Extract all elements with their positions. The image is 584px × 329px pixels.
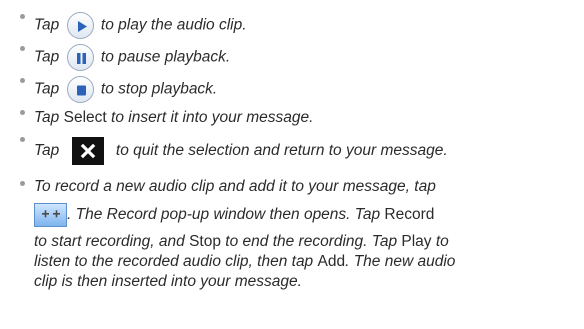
record-icon <box>34 203 67 227</box>
pause-description: to pause playback. <box>100 48 231 66</box>
record-line-1: To record a new audio clip and add it to… <box>34 178 436 195</box>
stop-description: to stop playback. <box>100 80 218 98</box>
bullet <box>20 14 25 19</box>
tap-label: Tap <box>34 16 60 34</box>
close-icon <box>71 137 104 165</box>
play-description: to play the audio clip. <box>100 16 247 34</box>
stop-keyword: Stop <box>189 233 221 250</box>
bullet <box>20 78 25 83</box>
bullet <box>20 46 25 51</box>
bullet <box>20 181 25 186</box>
stop-icon <box>66 76 94 103</box>
tap-label: Tap <box>34 48 60 66</box>
select-keyword: Select <box>63 109 107 126</box>
record-line-2-text: . The Record pop-up window then opens. T… <box>67 206 381 224</box>
record-keyword: Record <box>384 206 435 224</box>
record-line-3-pre: to start recording, and <box>34 233 185 250</box>
record-line-4-pre: listen to the recorded audio clip, then … <box>34 253 314 270</box>
tap-label: Tap <box>34 80 60 98</box>
record-line-3-post: to <box>435 233 449 250</box>
bullet <box>20 110 25 115</box>
pause-icon <box>66 44 94 71</box>
record-line-5: clip is then inserted into your message. <box>34 273 302 290</box>
instruction-list: Tap to play the audio clip. Tap to pause… <box>0 0 584 329</box>
play-icon <box>66 12 94 39</box>
add-keyword: Add <box>317 253 346 270</box>
play-keyword: Play <box>401 233 432 250</box>
bullet <box>20 137 25 142</box>
record-line-4-post: . The new audio <box>345 253 456 270</box>
record-line-3-mid: to end the recording. Tap <box>225 233 398 250</box>
tap-label: Tap <box>34 109 60 126</box>
tap-label: Tap <box>34 142 60 160</box>
close-description: to quit the selection and return to your… <box>115 142 448 160</box>
select-description: to insert it into your message. <box>111 109 314 126</box>
